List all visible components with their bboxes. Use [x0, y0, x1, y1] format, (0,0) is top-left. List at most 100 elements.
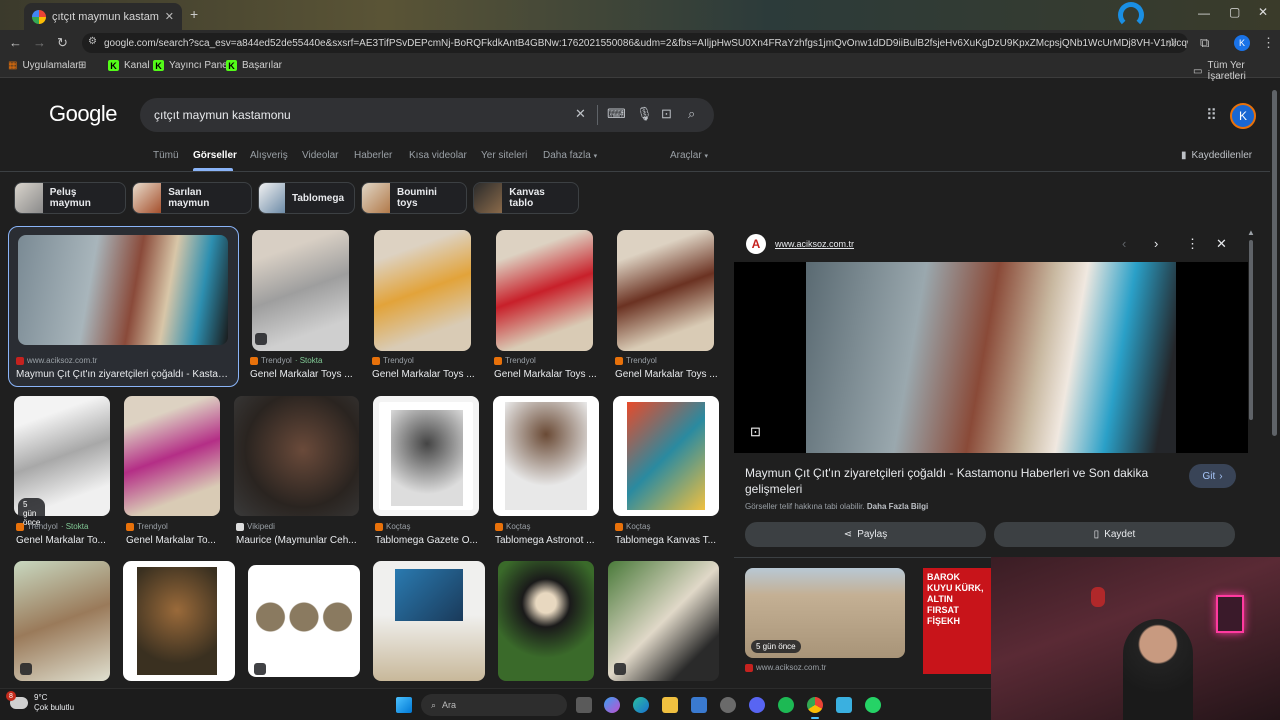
start-button[interactable]: [396, 697, 412, 713]
edge-icon[interactable]: [633, 697, 649, 713]
lens-camera-icon[interactable]: ⊡: [661, 106, 672, 122]
taskbar-search[interactable]: ⌕ Ara: [421, 694, 567, 716]
tab-all[interactable]: Tümü: [153, 150, 179, 161]
account-avatar[interactable]: K: [1230, 103, 1256, 129]
scroll-up-icon[interactable]: ▲: [1247, 228, 1255, 237]
address-bar[interactable]: ⚙ google.com/search?sca_esv=a844ed52de55…: [82, 33, 1188, 53]
previous-icon[interactable]: ‹: [1122, 236, 1126, 251]
go-button[interactable]: Git ›: [1189, 464, 1236, 488]
result-image[interactable]: [373, 396, 479, 516]
result-source[interactable]: Trendyol: [126, 522, 168, 531]
related-image[interactable]: 5 gün önce: [745, 568, 905, 658]
result-image[interactable]: [617, 230, 714, 351]
chrome-icon[interactable]: [807, 697, 823, 713]
bookmark-kanal[interactable]: K Kanal: [108, 60, 150, 71]
tab-more[interactable]: Daha fazla ▾: [543, 150, 597, 161]
result-source[interactable]: Koçtaş: [495, 522, 530, 531]
tab-news[interactable]: Haberler: [354, 150, 392, 161]
store-icon[interactable]: [691, 697, 707, 713]
result-caption[interactable]: Tablomega Astronot ...: [495, 535, 599, 546]
forward-icon[interactable]: →: [33, 35, 46, 50]
tools-menu[interactable]: Araçlar ▾: [670, 150, 708, 161]
microphone-icon[interactable]: 🎙: [636, 106, 653, 122]
chip-kanvas-tablo[interactable]: Kanvas tablo: [473, 182, 579, 214]
result-source[interactable]: Trendyol: [372, 356, 414, 365]
panel-image[interactable]: [806, 262, 1176, 453]
tab-close-icon[interactable]: ✕: [165, 10, 174, 23]
result-source[interactable]: www.aciksoz.com.tr: [16, 356, 97, 365]
result-source[interactable]: Koçtaş: [615, 522, 650, 531]
close-panel-icon[interactable]: ✕: [1216, 236, 1227, 252]
share-button[interactable]: ⋖ Paylaş: [745, 522, 986, 547]
related-source[interactable]: www.aciksoz.com.tr: [745, 663, 826, 672]
result-image[interactable]: [373, 561, 485, 681]
result-source[interactable]: Koçtaş: [375, 522, 410, 531]
more-info-link[interactable]: Daha Fazla Bilgi: [867, 502, 928, 511]
bookmark-basarilar[interactable]: K Başarılar: [226, 60, 282, 71]
result-caption[interactable]: Genel Markalar Toys ...: [615, 369, 719, 380]
page-scrollbar[interactable]: [1272, 90, 1277, 436]
chip-boumini-toys[interactable]: Boumini toys: [361, 182, 467, 214]
tab-places[interactable]: Yer siteleri: [481, 150, 527, 161]
result-source[interactable]: Trendyol: [494, 356, 536, 365]
file-explorer-icon[interactable]: [662, 697, 678, 713]
result-image[interactable]: [613, 396, 719, 516]
copilot-icon[interactable]: [604, 697, 620, 713]
result-source[interactable]: Vikipedi: [236, 522, 275, 531]
tab-images[interactable]: Görseller: [193, 150, 237, 161]
lens-search-icon[interactable]: ⊡: [750, 424, 761, 440]
related-image-2[interactable]: BAROK KUYU KÜRK, ALTIN FIRSAT FİŞEKH: [923, 568, 991, 674]
settings-icon[interactable]: [720, 697, 736, 713]
search-input[interactable]: çıtçıt maymun kastamonu: [140, 98, 714, 132]
app-icon[interactable]: [836, 697, 852, 713]
result-image[interactable]: [252, 230, 349, 351]
bookmark-grid[interactable]: ⊞: [78, 60, 86, 71]
result-caption[interactable]: Genel Markalar Toys ...: [372, 369, 476, 380]
whatsapp-icon[interactable]: [865, 697, 881, 713]
clear-search-icon[interactable]: ✕: [575, 106, 586, 122]
google-logo[interactable]: Google: [49, 101, 117, 127]
panel-source-link[interactable]: www.aciksoz.com.tr: [775, 239, 854, 249]
result-source[interactable]: Trendyol: [615, 356, 657, 365]
result-caption[interactable]: Maymun Çıt Çıt'ın ziyaretçileri çoğaldı …: [16, 369, 230, 380]
new-tab-button[interactable]: +: [190, 6, 198, 22]
result-image[interactable]: [498, 561, 594, 681]
bookmark-star-icon[interactable]: ☆: [1166, 35, 1178, 51]
panel-title[interactable]: Maymun Çıt Çıt'ın ziyaretçileri çoğaldı …: [745, 465, 1165, 497]
result-caption[interactable]: Maurice (Maymunlar Ceh...: [236, 535, 358, 546]
apps-grid-icon[interactable]: ⠿: [1206, 106, 1217, 124]
tab-shopping[interactable]: Alışveriş: [250, 150, 288, 161]
result-caption[interactable]: Tablomega Gazete O...: [375, 535, 479, 546]
result-image[interactable]: [248, 565, 360, 677]
tab-videos[interactable]: Videolar: [302, 150, 339, 161]
saved-link[interactable]: ▮ Kaydedilenler: [1181, 150, 1252, 161]
browser-menu-icon[interactable]: ⋮: [1262, 35, 1275, 51]
spotify-icon[interactable]: [778, 697, 794, 713]
weather-widget[interactable]: 8 9°C Çok bulutlu: [6, 691, 74, 713]
browser-profile-avatar[interactable]: K: [1234, 35, 1250, 51]
task-view-icon[interactable]: [576, 697, 592, 713]
close-window-icon[interactable]: ✕: [1258, 5, 1268, 19]
result-source[interactable]: Trendyol · Stokta: [250, 356, 322, 365]
all-bookmarks[interactable]: ▭ Tüm Yer İşaretleri: [1193, 60, 1280, 82]
discord-icon[interactable]: [749, 697, 765, 713]
result-caption[interactable]: Genel Markalar To...: [126, 535, 218, 546]
more-options-icon[interactable]: ⋮: [1186, 236, 1199, 252]
result-image[interactable]: [493, 396, 599, 516]
site-info-icon[interactable]: ⚙: [88, 36, 97, 47]
result-caption[interactable]: Tablomega Kanvas T...: [615, 535, 719, 546]
browser-tab-active[interactable]: çıtçıt maymun kastamonu - Go ✕: [24, 3, 182, 30]
result-image[interactable]: [496, 230, 593, 351]
result-caption[interactable]: Genel Markalar To...: [16, 535, 108, 546]
extensions-icon[interactable]: ⧉: [1200, 35, 1209, 51]
result-caption[interactable]: Genel Markalar Toys ...: [250, 369, 354, 380]
maximize-icon[interactable]: ▢: [1229, 5, 1240, 19]
chip-pelus-maymun[interactable]: Peluş maymun: [14, 182, 126, 214]
bookmark-apps[interactable]: ▦ Uygulamalar: [8, 60, 79, 71]
reload-icon[interactable]: ↻: [57, 35, 68, 51]
chip-tablomega[interactable]: Tablomega: [258, 182, 355, 214]
result-image[interactable]: [124, 396, 220, 516]
keyboard-icon[interactable]: ⌨: [607, 106, 626, 122]
result-caption[interactable]: Genel Markalar Toys ...: [494, 369, 598, 380]
result-source[interactable]: Trendyol · Stokta: [16, 522, 88, 531]
